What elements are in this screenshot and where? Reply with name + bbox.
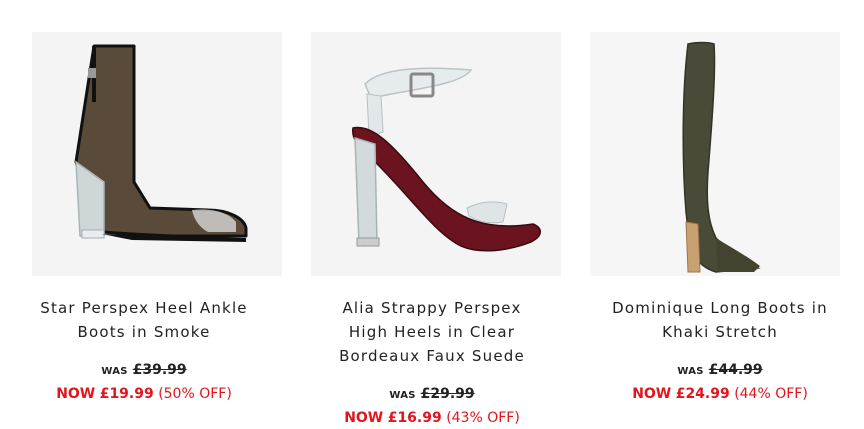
now-label: NOW <box>632 386 672 402</box>
was-price: WAS £39.99 <box>0 362 288 378</box>
product-card[interactable]: Dominique Long Boots in Khaki Stretch WA… <box>576 0 864 429</box>
now-price: NOW £16.99 (43% OFF) <box>288 410 576 426</box>
was-price: WAS £29.99 <box>288 386 576 402</box>
product-title[interactable]: Dominique Long Boots in Khaki Stretch <box>576 296 864 344</box>
now-price: NOW £24.99 (44% OFF) <box>576 386 864 402</box>
was-amount: £29.99 <box>420 386 475 402</box>
khaki-long-boot-image <box>682 41 761 273</box>
was-amount: £44.99 <box>708 362 763 378</box>
was-label: WAS <box>389 390 416 401</box>
now-price: NOW £19.99 (50% OFF) <box>0 386 288 402</box>
was-label: WAS <box>101 366 128 377</box>
product-card[interactable]: Alia Strappy Perspex High Heels in Clear… <box>288 0 576 429</box>
now-label: NOW <box>344 410 384 426</box>
product-image[interactable] <box>32 32 282 276</box>
product-grid: Star Perspex Heel Ankle Boots in Smoke W… <box>0 0 864 429</box>
bordeaux-sandal-image <box>352 67 541 252</box>
was-amount: £39.99 <box>132 362 187 378</box>
discount-text: (43% OFF) <box>446 410 520 426</box>
now-amount: £16.99 <box>387 410 442 426</box>
product-image[interactable] <box>590 32 840 276</box>
product-title[interactable]: Star Perspex Heel Ankle Boots in Smoke <box>0 296 288 344</box>
product-title[interactable]: Alia Strappy Perspex High Heels in Clear… <box>288 296 576 368</box>
product-image[interactable] <box>311 32 561 276</box>
was-price: WAS £44.99 <box>576 362 864 378</box>
product-card[interactable]: Star Perspex Heel Ankle Boots in Smoke W… <box>0 0 288 429</box>
discount-text: (44% OFF) <box>734 386 808 402</box>
now-amount: £24.99 <box>675 386 730 402</box>
smoke-ankle-boot-image <box>74 44 248 242</box>
now-label: NOW <box>56 386 96 402</box>
now-amount: £19.99 <box>99 386 154 402</box>
discount-text: (50% OFF) <box>158 386 232 402</box>
was-label: WAS <box>677 366 704 377</box>
